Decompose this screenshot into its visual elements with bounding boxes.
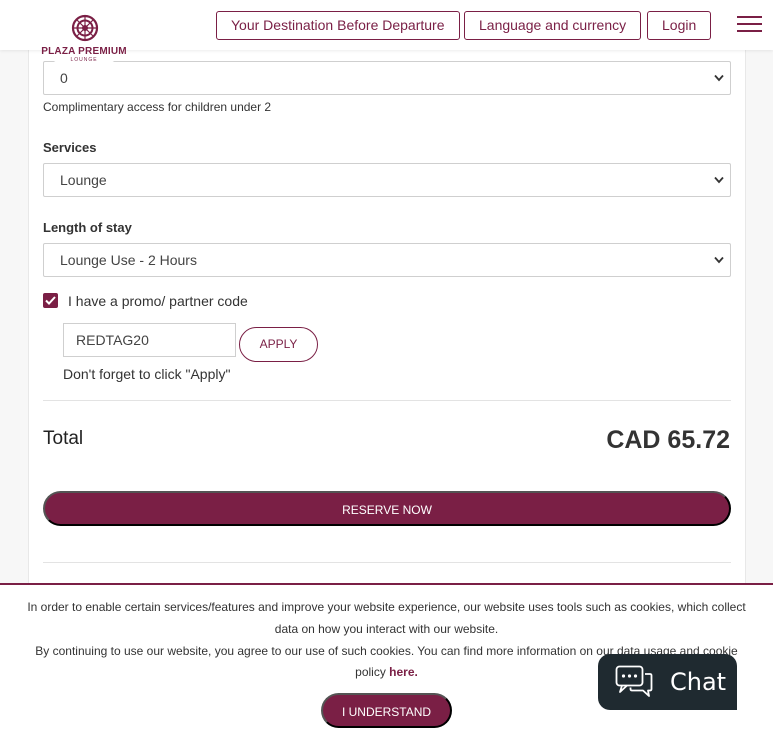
- children-helper-text: Complimentary access for children under …: [43, 100, 272, 114]
- brand-name: PLAZA PREMIUM: [41, 46, 127, 57]
- reserve-now-button[interactable]: RESERVE NOW: [43, 491, 731, 526]
- brand-subtitle: LOUNGE: [70, 57, 98, 63]
- cookie-policy-link[interactable]: here.: [389, 665, 418, 679]
- chevron-down-icon: [714, 176, 724, 184]
- menu-icon[interactable]: [737, 16, 762, 34]
- apply-reminder-text: Don't forget to click "Apply": [63, 366, 231, 382]
- nav-language-currency-button[interactable]: Language and currency: [464, 11, 642, 40]
- cookie-policy-prefix: policy: [355, 665, 390, 679]
- children-select-value: 0: [60, 70, 68, 86]
- checkmark-icon: [45, 296, 56, 305]
- i-understand-button[interactable]: I UNDERSTAND: [321, 693, 452, 728]
- apply-button[interactable]: APPLY: [239, 327, 318, 362]
- length-of-stay-select[interactable]: Lounge Use - 2 Hours: [43, 243, 731, 277]
- children-select[interactable]: 0: [43, 61, 731, 95]
- cookie-text-line-1: In order to enable certain services/feat…: [27, 600, 746, 614]
- total-label: Total: [43, 428, 84, 449]
- promo-code-checkbox[interactable]: [43, 293, 58, 308]
- nav-destination-button[interactable]: Your Destination Before Departure: [216, 11, 460, 40]
- chat-bubble-icon: [615, 665, 653, 697]
- logo-flower-icon: [71, 14, 99, 42]
- divider: [43, 400, 731, 401]
- total-price: CAD 65.72: [606, 426, 730, 454]
- brand-logo[interactable]: PLAZA PREMIUM LOUNGE: [28, 0, 140, 70]
- services-label: Services: [43, 140, 97, 155]
- promo-code-input[interactable]: REDTAG20: [63, 323, 236, 357]
- length-of-stay-value: Lounge Use - 2 Hours: [60, 252, 197, 268]
- divider: [43, 562, 731, 563]
- length-of-stay-label: Length of stay: [43, 220, 132, 235]
- services-select[interactable]: Lounge: [43, 163, 731, 197]
- promo-code-checkbox-label[interactable]: I have a promo/ partner code: [68, 293, 248, 309]
- chevron-down-icon: [714, 74, 724, 82]
- cookie-text-line-2: data on how you interact with our websit…: [274, 622, 499, 636]
- chevron-down-icon: [714, 256, 724, 264]
- chat-label: Chat: [670, 668, 727, 696]
- nav-login-button[interactable]: Login: [647, 11, 712, 40]
- chat-widget-button[interactable]: Chat: [598, 654, 737, 710]
- services-select-value: Lounge: [60, 172, 107, 188]
